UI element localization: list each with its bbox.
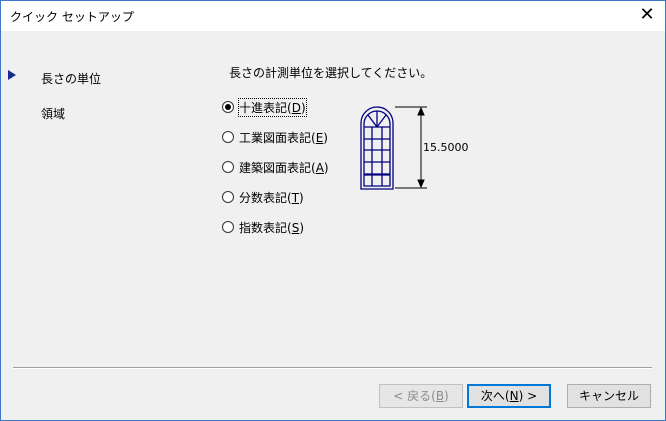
back-button[interactable]: < 戻る(B)	[379, 384, 463, 408]
title-bar: クイック セットアップ ✕	[1, 1, 665, 31]
nav-item-length-units[interactable]: 長さの単位	[41, 70, 101, 87]
cancel-button[interactable]: キャンセル	[567, 384, 651, 408]
current-step-arrow-icon	[8, 70, 16, 80]
radio-scientific[interactable]: 指数表記(S)	[222, 218, 304, 236]
radio-label-scientific[interactable]: 指数表記(S)	[239, 219, 304, 236]
radio-button-architectural[interactable]	[222, 161, 234, 173]
wizard-nav: 長さの単位 領域	[1, 31, 201, 351]
radio-fractional[interactable]: 分数表記(T)	[222, 188, 304, 206]
radio-architectural[interactable]: 建築図面表記(A)	[222, 158, 329, 176]
radio-decimal[interactable]: 十進表記(D)	[222, 97, 307, 117]
radio-button-fractional[interactable]	[222, 191, 234, 203]
close-icon[interactable]: ✕	[637, 5, 657, 25]
preview-dimension-value: 15.5000	[423, 141, 469, 154]
quick-setup-dialog: クイック セットアップ ✕ 長さの単位 領域 長さの計測単位を選択してください。…	[0, 0, 666, 421]
instruction-text: 長さの計測単位を選択してください。	[229, 66, 433, 80]
radio-label-architectural[interactable]: 建築図面表記(A)	[239, 159, 329, 176]
footer-separator	[13, 367, 652, 369]
radio-button-decimal[interactable]	[222, 101, 234, 113]
radio-button-engineering[interactable]	[222, 131, 234, 143]
radio-button-scientific[interactable]	[222, 221, 234, 233]
radio-label-fractional[interactable]: 分数表記(T)	[239, 189, 304, 206]
window-title: クイック セットアップ	[10, 10, 134, 24]
nav-item-area[interactable]: 領域	[41, 105, 65, 122]
radio-label-engineering[interactable]: 工業図面表記(E)	[239, 129, 328, 146]
radio-engineering[interactable]: 工業図面表記(E)	[222, 128, 328, 146]
next-button[interactable]: 次へ(N) >	[467, 384, 551, 408]
radio-label-decimal[interactable]: 十進表記(D)	[238, 97, 307, 117]
